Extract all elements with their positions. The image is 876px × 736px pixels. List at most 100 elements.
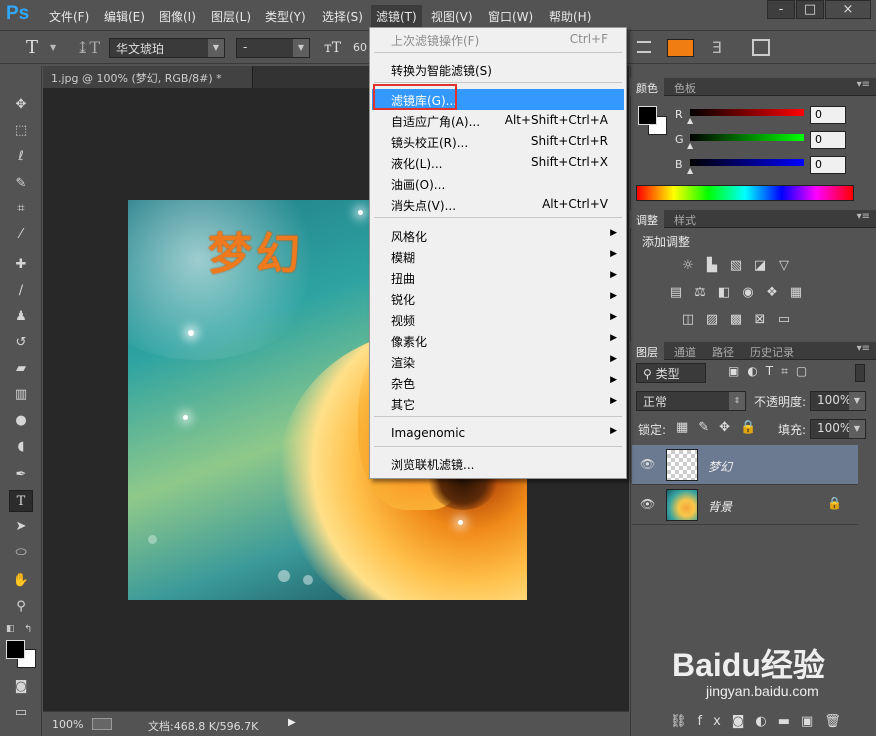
menu-item-adaptive-wide-angle[interactable]: 自适应广角(A)... Alt+Shift+Ctrl+A (372, 110, 624, 131)
menu-edit[interactable]: 编辑(E) (104, 8, 145, 25)
layer-actions-icons[interactable]: ⛓fx◙◐▬▣🗑 (670, 714, 852, 729)
blend-mode-select[interactable]: 正常 ⇕ (636, 391, 746, 411)
exposure-icon[interactable]: ◪ (752, 258, 768, 274)
brush-tool-icon[interactable]: ∕ (9, 280, 33, 302)
clone-stamp-tool-icon[interactable]: ♟ (9, 306, 33, 328)
tab-channels[interactable]: 通道 (668, 342, 702, 360)
default-colors-icon[interactable]: ◧ (6, 624, 15, 634)
menu-item-browse-online-filters[interactable]: 浏览联机滤镜... (372, 453, 624, 474)
pen-tool-icon[interactable]: ✒ (9, 464, 33, 486)
vibrance-icon[interactable]: ▽ (776, 258, 792, 274)
menu-item-distort[interactable]: 扭曲 ▶ (372, 267, 624, 288)
menu-select[interactable]: 选择(S) (322, 8, 363, 25)
panel-menu-icon[interactable]: ▾≡ (857, 211, 870, 222)
layer-row-background[interactable]: 👁 背景 🔒 (632, 485, 858, 525)
status-arrow-icon[interactable]: ▶ (288, 717, 296, 728)
crop-tool-icon[interactable]: ⌗ (9, 198, 33, 220)
channel-mixer-icon[interactable]: ❖ (764, 285, 780, 301)
tab-layers[interactable]: 图层 (630, 342, 664, 360)
filter-toggle[interactable] (855, 364, 865, 382)
menu-item-imagenomic[interactable]: Imagenomic ▶ (372, 423, 624, 444)
selective-color-icon[interactable]: ⊠ (752, 312, 768, 328)
channel-b-value[interactable]: 0 (810, 156, 846, 174)
menu-item-oil-paint[interactable]: 油画(O)... (372, 173, 624, 194)
layer-name[interactable]: 背景 (708, 498, 732, 515)
status-icon[interactable] (92, 718, 112, 730)
healing-brush-tool-icon[interactable]: ✚ (9, 254, 33, 276)
marquee-tool-icon[interactable]: ⬚ (9, 120, 33, 142)
tab-styles[interactable]: 样式 (668, 210, 702, 228)
menu-view[interactable]: 视图(V) (431, 8, 473, 25)
dodge-tool-icon[interactable]: ◖ (9, 436, 33, 458)
slider-thumb-icon[interactable]: ▲ (687, 141, 693, 150)
swap-colors-icon[interactable]: ↰ (24, 624, 32, 635)
menu-file[interactable]: 文件(F) (49, 8, 89, 25)
menu-type[interactable]: 类型(Y) (265, 8, 306, 25)
fill-input[interactable]: 100% ▼ (810, 419, 866, 439)
layer-filter-icons[interactable]: ▣◐T⌗▢ (728, 364, 815, 379)
channel-g-slider[interactable] (690, 134, 804, 141)
menu-item-liquify[interactable]: 液化(L)... Shift+Ctrl+X (372, 152, 624, 173)
levels-icon[interactable]: ▙ (704, 258, 720, 274)
type-tool-icon[interactable]: T (26, 37, 38, 58)
document-tab[interactable]: 1.jpg @ 100% (梦幻, RGB/8#) * (43, 66, 253, 88)
path-selection-tool-icon[interactable]: ➤ (9, 516, 33, 538)
menu-item-convert-smart-filters[interactable]: 转换为智能滤镜(S) (372, 59, 624, 80)
gradient-tool-icon[interactable]: ▥ (9, 384, 33, 406)
menu-item-render[interactable]: 渲染 ▶ (372, 351, 624, 372)
panel-menu-icon[interactable]: ▾≡ (857, 343, 870, 354)
quick-select-tool-icon[interactable]: ✎ (9, 173, 33, 195)
fg-color-swatch[interactable] (638, 106, 657, 125)
panel-menu-icon[interactable]: ▾≡ (857, 79, 870, 90)
layer-name[interactable]: 梦幻 (708, 458, 732, 475)
zoom-tool-icon[interactable]: ⚲ (9, 596, 33, 618)
color-lookup-icon[interactable]: ▦ (788, 285, 804, 301)
font-family-select[interactable]: 华文琥珀 ▼ (109, 38, 225, 58)
close-button[interactable]: × (825, 0, 871, 19)
menu-help[interactable]: 帮助(H) (549, 8, 591, 25)
threshold-icon[interactable]: ▩ (728, 312, 744, 328)
channel-r-value[interactable]: 0 (810, 106, 846, 124)
lasso-tool-icon[interactable]: ℓ (9, 146, 33, 168)
menu-window[interactable]: 窗口(W) (488, 8, 533, 25)
ellipse-tool-icon[interactable]: ⬭ (9, 542, 33, 564)
visibility-eye-icon[interactable]: 👁 (640, 457, 655, 471)
channel-b-slider[interactable] (690, 159, 804, 166)
character-panel-icon[interactable] (752, 39, 770, 56)
layer-filter-select[interactable]: ⚲ 类型 (636, 363, 706, 383)
menu-item-pixelate[interactable]: 像素化 ▶ (372, 330, 624, 351)
slider-thumb-icon[interactable]: ▲ (687, 166, 693, 175)
visibility-eye-icon[interactable]: 👁 (640, 497, 655, 511)
lock-icons[interactable]: ▦✎✥🔒 (676, 420, 766, 435)
align-right-icon[interactable] (637, 41, 651, 53)
photo-filter-icon[interactable]: ◉ (740, 285, 756, 301)
maximize-button[interactable]: □ (796, 0, 824, 19)
menu-filter[interactable]: 滤镜(T) (371, 5, 422, 27)
move-tool-icon[interactable]: ✥ (9, 94, 33, 116)
menu-item-sharpen[interactable]: 锐化 ▶ (372, 288, 624, 309)
menu-layer[interactable]: 图层(L) (211, 8, 251, 25)
eraser-tool-icon[interactable]: ▰ (9, 358, 33, 380)
menu-item-video[interactable]: 视频 ▶ (372, 309, 624, 330)
foreground-color-swatch[interactable] (6, 640, 25, 659)
hand-tool-icon[interactable]: ✋ (9, 570, 33, 592)
menu-item-noise[interactable]: 杂色 ▶ (372, 372, 624, 393)
color-spectrum-ramp[interactable] (636, 185, 854, 201)
menu-item-stylize[interactable]: 风格化 ▶ (372, 225, 624, 246)
quick-mask-icon[interactable]: ◙ (9, 676, 33, 698)
tool-preset-arrow-icon[interactable]: ▼ (50, 43, 56, 52)
tab-swatches[interactable]: 色板 (668, 78, 702, 96)
brightness-icon[interactable]: ☼ (680, 258, 696, 274)
warp-text-icon[interactable]: ⴺ (712, 38, 722, 57)
font-style-select[interactable]: - ▼ (236, 38, 310, 58)
tab-history[interactable]: 历史记录 (744, 342, 800, 360)
history-brush-tool-icon[interactable]: ↺ (9, 332, 33, 354)
layer-row-text[interactable]: 👁 梦幻 (632, 445, 858, 485)
orientation-toggle-icon[interactable]: ↨T (76, 38, 100, 57)
invert-icon[interactable]: ◫ (680, 312, 696, 328)
menu-item-other[interactable]: 其它 ▶ (372, 393, 624, 414)
gradient-map-icon[interactable]: ▭ (776, 312, 792, 328)
posterize-icon[interactable]: ▨ (704, 312, 720, 328)
tab-adjustments[interactable]: 调整 (630, 210, 664, 228)
hue-saturation-icon[interactable]: ▤ (668, 285, 684, 301)
